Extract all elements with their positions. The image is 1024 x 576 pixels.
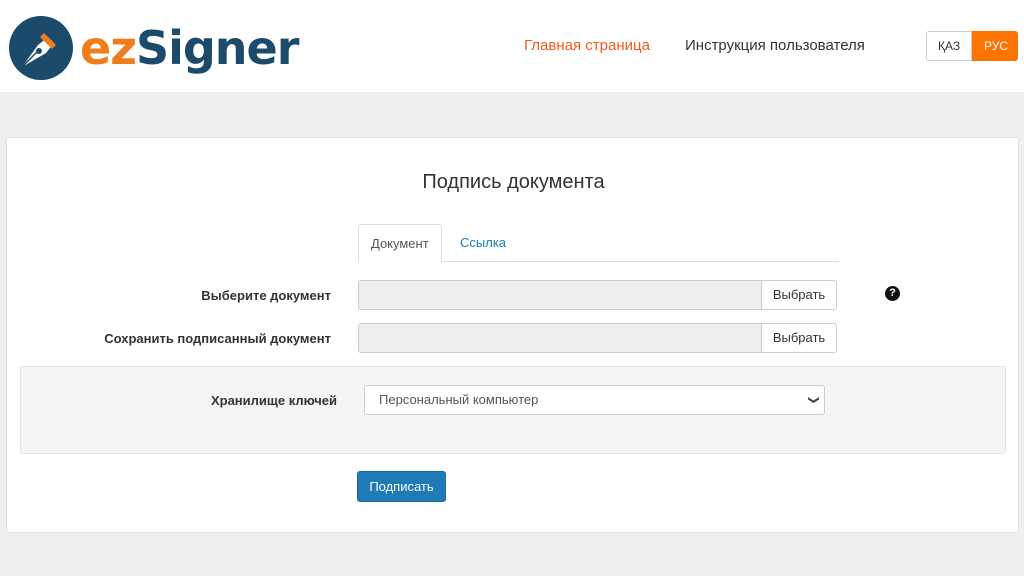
- chevron-down-icon: ❯: [807, 395, 820, 405]
- choose-document-button[interactable]: Выбрать: [761, 280, 837, 310]
- save-document-label: Сохранить подписанный документ: [104, 331, 331, 346]
- lang-kaz-button[interactable]: ҚАЗ: [926, 31, 972, 61]
- question-circle-icon[interactable]: ?: [885, 286, 900, 301]
- choose-document-input[interactable]: [358, 280, 762, 310]
- tabs: Документ Ссылка: [358, 224, 839, 263]
- save-document-button[interactable]: Выбрать: [761, 323, 837, 353]
- save-document-input[interactable]: [358, 323, 762, 353]
- key-storage-select[interactable]: Персональный компьютер ❯: [364, 385, 825, 415]
- logo-text-signer: Signer: [135, 21, 299, 75]
- pen-nib-logo-icon: [9, 16, 73, 80]
- sign-document-panel: Подпись документа Документ Ссылка Выбери…: [6, 137, 1019, 533]
- tab-document[interactable]: Документ: [358, 224, 442, 263]
- choose-document-label: Выберите документ: [201, 288, 331, 303]
- key-storage-label: Хранилище ключей: [210, 393, 337, 408]
- page-title: Подпись документа: [422, 171, 605, 193]
- logo[interactable]: ez Signer: [8, 14, 299, 82]
- logo-text-ez: ez: [80, 21, 137, 75]
- language-switcher: ҚАЗ РУС: [926, 31, 1018, 61]
- nav-user-guide-link[interactable]: Инструкция пользователя: [685, 37, 865, 55]
- key-storage-section: Хранилище ключей Персональный компьютер …: [20, 366, 1006, 454]
- key-storage-selected-value: Персональный компьютер: [379, 392, 539, 407]
- header: ez Signer Главная страница Инструкция пол…: [0, 0, 1024, 92]
- lang-rus-button[interactable]: РУС: [972, 31, 1018, 61]
- tab-link[interactable]: Ссылка: [448, 224, 518, 262]
- sign-button[interactable]: Подписать: [357, 471, 446, 502]
- nav-home-link[interactable]: Главная страница: [524, 37, 650, 55]
- logo-text: ez Signer: [80, 21, 299, 75]
